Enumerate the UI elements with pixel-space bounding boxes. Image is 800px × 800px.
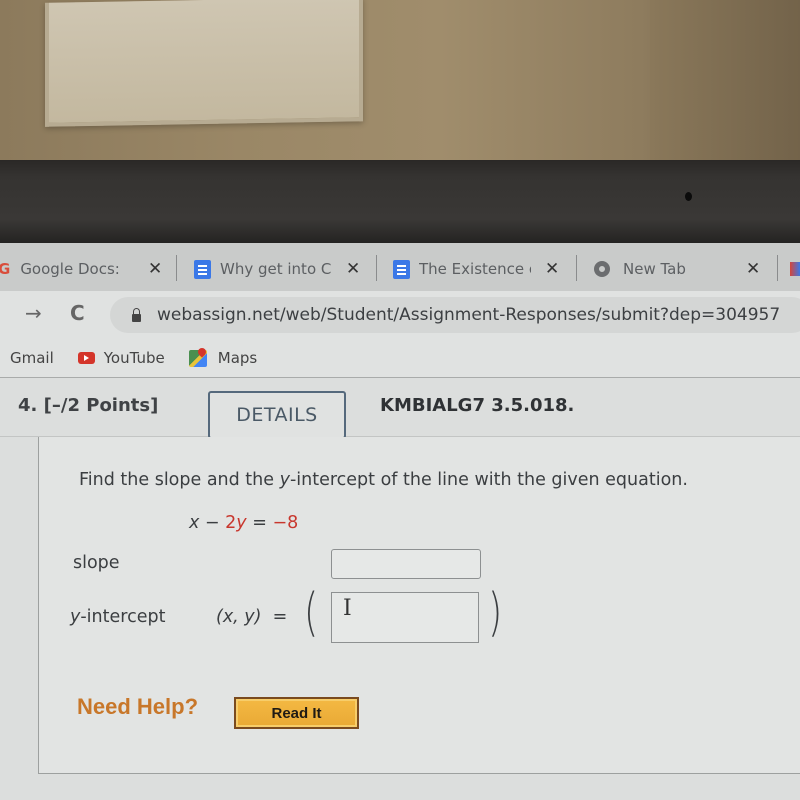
- wall-shadow: [650, 0, 800, 162]
- question-code: KMBIALG7 3.5.018.: [380, 395, 575, 416]
- close-paren: ): [488, 583, 503, 643]
- reload-button[interactable]: C: [70, 301, 85, 325]
- webcam: [685, 192, 692, 201]
- question-number: 4.: [18, 395, 38, 416]
- equation: x − 2y = −8: [189, 513, 298, 533]
- eq-equals: =: [246, 513, 273, 533]
- eq-y: y: [236, 513, 247, 533]
- eq-x: x: [189, 513, 200, 533]
- address-bar[interactable]: webassign.net/web/Student/Assignment-Res…: [110, 297, 800, 333]
- whiteboard: [45, 0, 363, 127]
- need-help-label: Need Help?: [77, 694, 199, 719]
- tab-strip: G Google Docs: C ✕ Why get into C ✕ The …: [0, 243, 800, 291]
- tab-title: The Existence c: [419, 260, 531, 278]
- tab-new-tab[interactable]: New Tab ✕: [594, 253, 774, 285]
- label-var: y: [70, 607, 81, 627]
- google-docs-icon: [194, 259, 211, 279]
- eq-coef: 2: [225, 513, 237, 533]
- google-docs-icon: [393, 259, 410, 279]
- tab-google-docs[interactable]: G Google Docs: C ✕: [0, 253, 168, 285]
- gmail-tab-icon[interactable]: [790, 262, 800, 276]
- lock-icon[interactable]: [132, 307, 141, 322]
- tab-title: Why get into C: [220, 260, 332, 278]
- tab-the-existence[interactable]: The Existence c ✕: [393, 253, 573, 285]
- browser-window: G Google Docs: C ✕ Why get into C ✕ The …: [0, 243, 800, 800]
- y-intercept-input[interactable]: [331, 592, 479, 643]
- bookmark-label: Maps: [217, 349, 258, 367]
- question-header: 4. [–/2 Points] DETAILS KMBIALG7 3.5.018…: [0, 378, 800, 439]
- question-prompt: Find the slope and the y-intercept of th…: [79, 470, 688, 490]
- prompt-text: Find the slope and the: [79, 470, 280, 490]
- close-icon[interactable]: ✕: [346, 259, 360, 279]
- chrome-icon: [594, 261, 610, 277]
- slope-label: slope: [73, 553, 120, 573]
- close-icon[interactable]: ✕: [545, 259, 559, 279]
- read-it-button[interactable]: Read It: [234, 697, 359, 729]
- bookmarks-bar: Gmail YouTube Maps: [0, 339, 800, 378]
- point-notation: (x, y) =: [216, 607, 288, 627]
- prompt-text: -intercept of the line with the given eq…: [289, 470, 688, 490]
- y-intercept-label: y-intercept: [70, 607, 165, 627]
- tab-title: New Tab: [623, 260, 686, 278]
- question-number-points: 4. [–/2 Points]: [18, 395, 158, 416]
- laptop-bezel: [0, 160, 800, 245]
- background-photo: [0, 0, 800, 162]
- details-button[interactable]: DETAILS: [208, 391, 346, 439]
- bookmark-label: Gmail: [10, 349, 54, 367]
- close-icon[interactable]: ✕: [148, 259, 162, 279]
- bookmark-gmail[interactable]: Gmail: [10, 349, 54, 367]
- label-text: -intercept: [80, 607, 166, 627]
- text-cursor-icon: I: [343, 596, 352, 621]
- tab-why-get-into[interactable]: Why get into C ✕: [194, 253, 374, 285]
- url-text[interactable]: webassign.net/web/Student/Assignment-Res…: [157, 305, 780, 325]
- eq-minus: −: [199, 513, 226, 533]
- question-points: [–/2 Points]: [43, 395, 159, 416]
- eq-rhs: −8: [272, 513, 299, 533]
- question-body: Find the slope and the y-intercept of th…: [38, 437, 800, 774]
- tab-separator: [176, 255, 177, 281]
- tab-title: Google Docs: C: [20, 260, 120, 278]
- slope-input[interactable]: [331, 549, 481, 579]
- tab-separator: [777, 255, 778, 281]
- youtube-icon: [77, 352, 95, 364]
- tab-separator: [376, 255, 377, 281]
- prompt-var: y: [279, 470, 290, 490]
- bookmark-youtube[interactable]: YouTube: [77, 349, 165, 367]
- maps-icon: [188, 349, 207, 367]
- tab-separator: [576, 255, 577, 281]
- browser-toolbar: → C webassign.net/web/Student/Assignment…: [0, 291, 800, 339]
- google-g-icon: G: [0, 260, 11, 278]
- close-icon[interactable]: ✕: [746, 259, 760, 279]
- bookmark-label: YouTube: [103, 349, 165, 367]
- open-paren: (: [304, 583, 319, 643]
- forward-button[interactable]: →: [25, 301, 42, 325]
- bookmark-maps[interactable]: Maps: [188, 349, 258, 367]
